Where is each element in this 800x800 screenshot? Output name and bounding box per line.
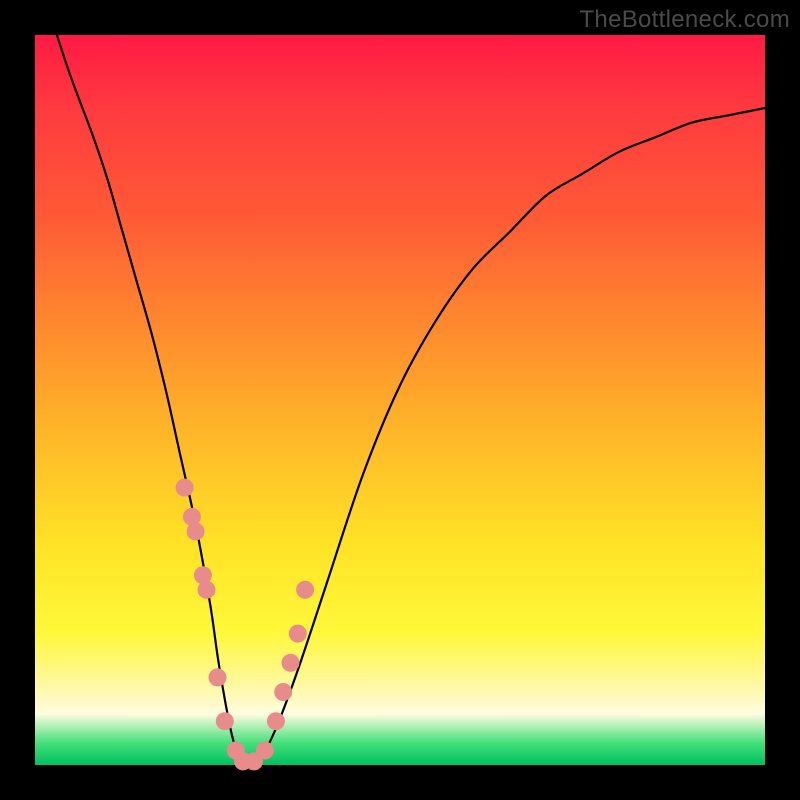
marker-dot — [289, 625, 307, 643]
marker-dot — [267, 712, 285, 730]
marker-dot — [216, 712, 234, 730]
plot-area — [35, 35, 765, 765]
marker-dot — [296, 581, 314, 599]
highlight-markers — [176, 479, 315, 771]
curve-svg — [35, 35, 765, 765]
attribution-text: TheBottleneck.com — [579, 6, 790, 34]
marker-dot — [176, 479, 194, 497]
marker-dot — [256, 741, 274, 759]
marker-dot — [282, 654, 300, 672]
chart-container: TheBottleneck.com — [0, 0, 800, 800]
marker-dot — [187, 522, 205, 540]
bottleneck-curve-path — [57, 35, 765, 766]
marker-dot — [274, 683, 292, 701]
marker-dot — [198, 581, 216, 599]
marker-dot — [209, 668, 227, 686]
